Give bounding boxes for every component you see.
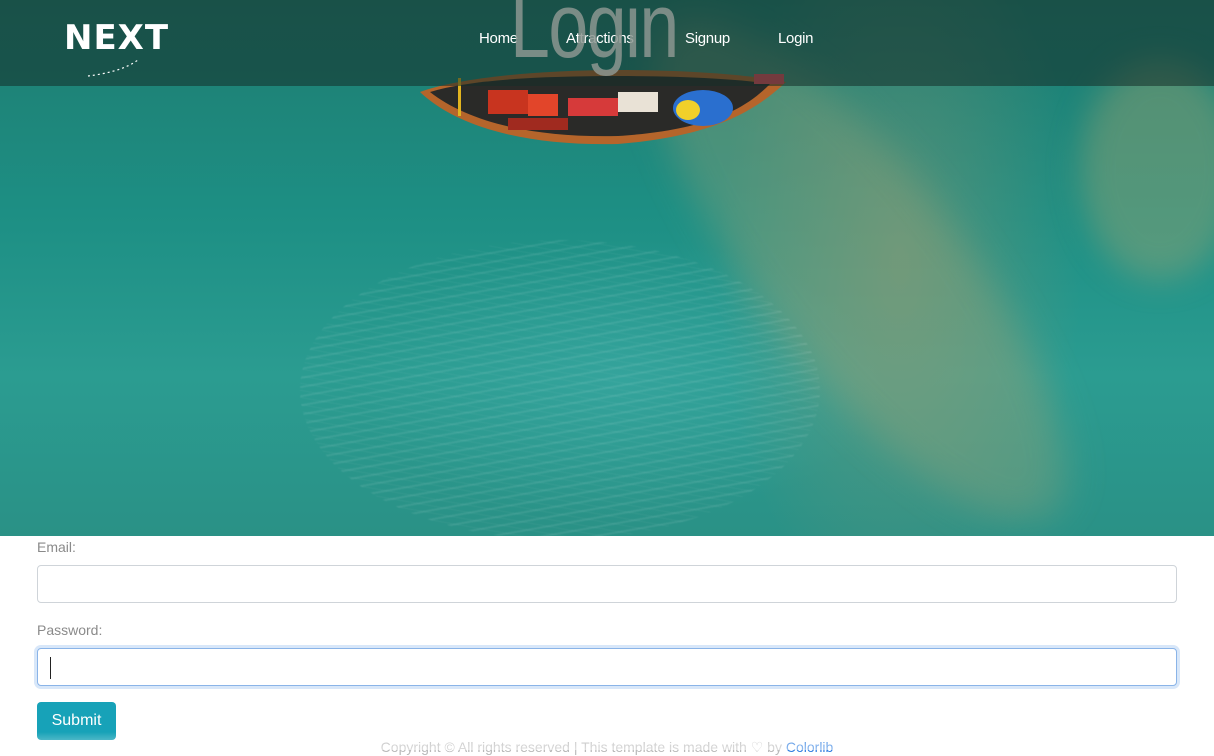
nav-item-signup[interactable]: Signup bbox=[685, 28, 730, 50]
footer-text: Copyright © All rights reserved | This t… bbox=[380, 739, 786, 755]
page-title: Login bbox=[510, 0, 679, 77]
email-field[interactable] bbox=[37, 565, 1177, 603]
password-field[interactable] bbox=[37, 648, 1177, 686]
brand-logo[interactable]: NEXT bbox=[64, 18, 188, 80]
password-label: Password: bbox=[37, 622, 103, 638]
footer-copyright: Copyright © All rights reserved | This t… bbox=[0, 738, 1214, 756]
submit-button[interactable]: Submit bbox=[37, 702, 116, 740]
email-label: Email: bbox=[37, 539, 76, 555]
hero-water-sparkle bbox=[300, 240, 820, 536]
text-cursor bbox=[50, 657, 51, 679]
nav-item-login[interactable]: Login bbox=[778, 28, 814, 50]
logo-text: NEXT bbox=[64, 18, 170, 58]
footer-link-colorlib[interactable]: Colorlib bbox=[786, 739, 833, 755]
hero-sand-shade-right bbox=[1080, 60, 1214, 280]
